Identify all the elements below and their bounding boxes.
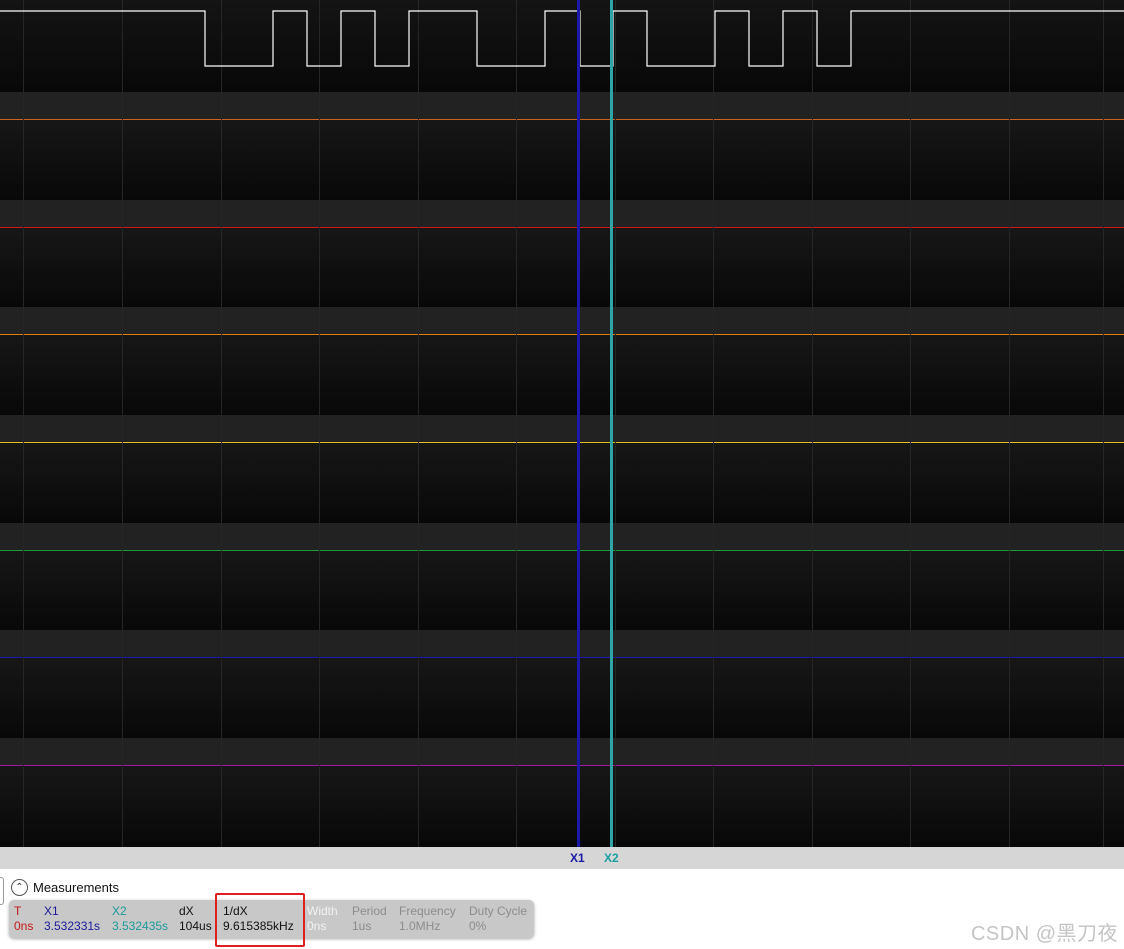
channel-lane-4 bbox=[0, 415, 1124, 523]
channel-lane-5 bbox=[0, 523, 1124, 630]
measure-width: Width 0ns bbox=[307, 904, 338, 934]
measure-dx-value: 104us bbox=[179, 919, 212, 933]
grid-line bbox=[221, 0, 222, 847]
measure-x1: X1 3.532331s bbox=[44, 904, 100, 934]
grid-line bbox=[1103, 0, 1104, 847]
channel-lane-2 bbox=[0, 200, 1124, 307]
channel-5-trace bbox=[0, 550, 1124, 551]
waveform-view[interactable] bbox=[0, 0, 1124, 847]
cursor-x1-tag[interactable]: X1 bbox=[570, 851, 585, 865]
measurements-panel: ⌃ Measurements T 0ns X1 3.532331s X2 3.5… bbox=[0, 869, 1124, 949]
measure-x2-value: 3.532435s bbox=[112, 919, 169, 933]
grid-line bbox=[23, 0, 24, 847]
channel-7-trace bbox=[0, 765, 1124, 766]
measure-x1-label: X1 bbox=[44, 904, 59, 918]
measure-frequency: Frequency 1.0MHz bbox=[399, 904, 456, 934]
measure-period: Period 1us bbox=[352, 904, 387, 934]
measure-t-value: 0ns bbox=[14, 919, 34, 933]
watermark: CSDN @黑刀夜 bbox=[970, 923, 1118, 945]
grid-line bbox=[812, 0, 813, 847]
grid-line bbox=[418, 0, 419, 847]
measurements-title: Measurements bbox=[33, 880, 119, 895]
grid-line bbox=[713, 0, 714, 847]
grid-line bbox=[1009, 0, 1010, 847]
measure-duty-cycle-label: Duty Cycle bbox=[469, 904, 528, 918]
measure-width-value: 0ns bbox=[307, 919, 327, 933]
channel-lane-1 bbox=[0, 92, 1124, 200]
measure-frequency-value: 1.0MHz bbox=[399, 919, 441, 933]
cursor-x2-line[interactable] bbox=[610, 0, 613, 847]
channel-lanes bbox=[0, 0, 1124, 847]
measure-x2-label: X2 bbox=[112, 904, 127, 918]
measure-x1-value: 3.532331s bbox=[44, 919, 101, 933]
cursor-x2-tag[interactable]: X2 bbox=[604, 851, 619, 865]
channel-6-trace bbox=[0, 657, 1124, 658]
channel-1-trace bbox=[0, 119, 1124, 120]
channel-lane-6 bbox=[0, 630, 1124, 738]
cursor-x1-line[interactable] bbox=[577, 0, 580, 847]
measure-duty-cycle: Duty Cycle 0% bbox=[469, 904, 527, 934]
measure-period-label: Period bbox=[352, 904, 387, 918]
grid-line bbox=[319, 0, 320, 847]
channel-0-trace bbox=[0, 10, 1124, 67]
channel-lane-3 bbox=[0, 307, 1124, 415]
channel-3-trace bbox=[0, 334, 1124, 335]
channel-4-trace bbox=[0, 442, 1124, 443]
panel-edge-tab[interactable] bbox=[0, 877, 4, 905]
measure-dx: dX 104us bbox=[179, 904, 212, 934]
channel-0-waveform bbox=[0, 10, 1124, 67]
chevron-up-icon[interactable]: ⌃ bbox=[11, 879, 28, 896]
measure-frequency-label: Frequency bbox=[399, 904, 456, 918]
grid-line bbox=[122, 0, 123, 847]
measure-t: T 0ns bbox=[14, 904, 33, 934]
measure-width-label: Width bbox=[307, 904, 338, 918]
highlight-box bbox=[215, 893, 305, 947]
measure-duty-cycle-value: 0% bbox=[469, 919, 487, 933]
channel-2-trace bbox=[0, 227, 1124, 228]
grid-line bbox=[516, 0, 517, 847]
cursor-marker-bar: X1 X2 bbox=[0, 847, 1124, 869]
measure-x2: X2 3.532435s bbox=[112, 904, 168, 934]
measure-period-value: 1us bbox=[352, 919, 372, 933]
measure-dx-label: dX bbox=[179, 904, 194, 918]
measure-t-label: T bbox=[14, 904, 22, 918]
channel-lane-7 bbox=[0, 738, 1124, 847]
grid-line bbox=[910, 0, 911, 847]
grid-line bbox=[615, 0, 616, 847]
